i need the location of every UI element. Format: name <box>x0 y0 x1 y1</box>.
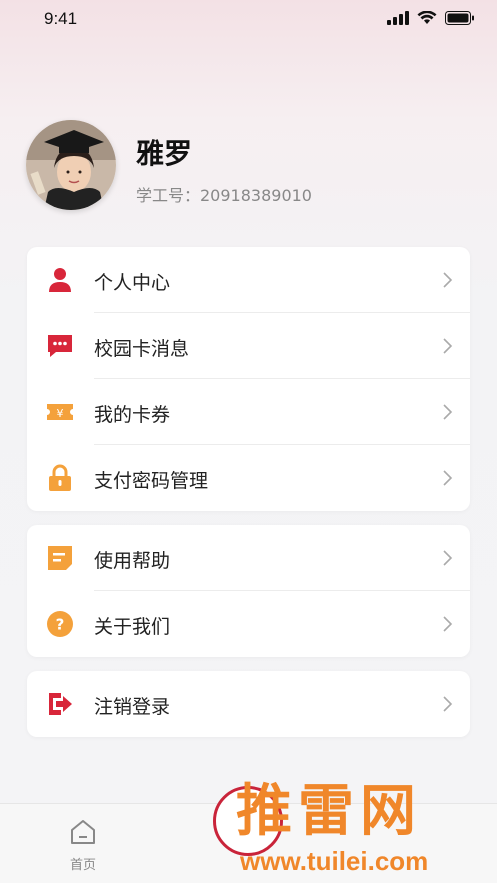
menu-item-my-coupons[interactable]: ¥ 我的卡券 <box>27 379 470 445</box>
message-icon <box>48 335 72 357</box>
avatar[interactable] <box>26 120 116 210</box>
signal-icon <box>387 11 409 25</box>
menu-card-logout: 注销登录 <box>27 671 470 737</box>
menu-item-personal-center[interactable]: 个人中心 <box>27 247 470 313</box>
chevron-right-icon <box>443 696 453 712</box>
tab-home[interactable]: 首页 <box>60 818 106 873</box>
logout-icon <box>49 693 72 715</box>
chevron-right-icon <box>443 404 453 420</box>
chevron-right-icon <box>443 550 453 566</box>
home-icon <box>71 820 95 844</box>
menu-item-label: 我的卡券 <box>94 404 171 426</box>
chevron-right-icon <box>443 272 453 288</box>
menu-item-label: 使用帮助 <box>94 550 171 572</box>
chevron-right-icon <box>443 616 453 632</box>
menu-item-label: 校园卡消息 <box>94 338 190 360</box>
menu-card-support: 使用帮助 ? 关于我们 <box>27 525 470 657</box>
chevron-right-icon <box>443 338 453 354</box>
tab-home-label: 首页 <box>69 858 96 873</box>
status-icons <box>387 11 475 25</box>
menu-item-label: 关于我们 <box>94 616 171 638</box>
menu-item-label: 注销登录 <box>94 696 171 718</box>
user-icon <box>49 268 71 292</box>
menu-item-payment-password[interactable]: 支付密码管理 <box>27 445 470 511</box>
menu-item-help[interactable]: 使用帮助 <box>27 525 470 591</box>
battery-icon <box>445 11 474 25</box>
question-icon: ? <box>47 611 73 637</box>
watermark-logo-text: 推雷网 <box>236 779 422 844</box>
svg-text:¥: ¥ <box>57 407 64 420</box>
help-doc-icon <box>48 546 72 570</box>
lock-icon <box>49 464 71 491</box>
watermark: 推雷网 www.tuilei.com <box>228 766 497 883</box>
svg-text:?: ? <box>56 616 65 634</box>
menu-item-about-us[interactable]: ? 关于我们 <box>27 591 470 657</box>
profile-name: 雅罗 <box>136 137 193 170</box>
menu-item-label: 个人中心 <box>94 272 171 294</box>
menu-item-card-messages[interactable]: 校园卡消息 <box>27 313 470 379</box>
chevron-right-icon <box>443 470 453 486</box>
profile-header: 雅罗 学工号：20918389010 <box>26 120 476 210</box>
profile-id: 学工号：20918389010 <box>136 186 312 205</box>
coupon-icon: ¥ <box>47 404 73 420</box>
status-bar: 9:41 <box>0 0 497 40</box>
status-time: 9:41 <box>44 9 78 28</box>
menu-card-account: 个人中心 校园卡消息 ¥ 我的卡券 支付密码管理 <box>27 247 470 511</box>
menu-item-label: 支付密码管理 <box>94 470 209 492</box>
watermark-url: www.tuilei.com <box>240 846 429 876</box>
menu-item-logout[interactable]: 注销登录 <box>27 671 470 737</box>
wifi-icon <box>417 11 437 24</box>
